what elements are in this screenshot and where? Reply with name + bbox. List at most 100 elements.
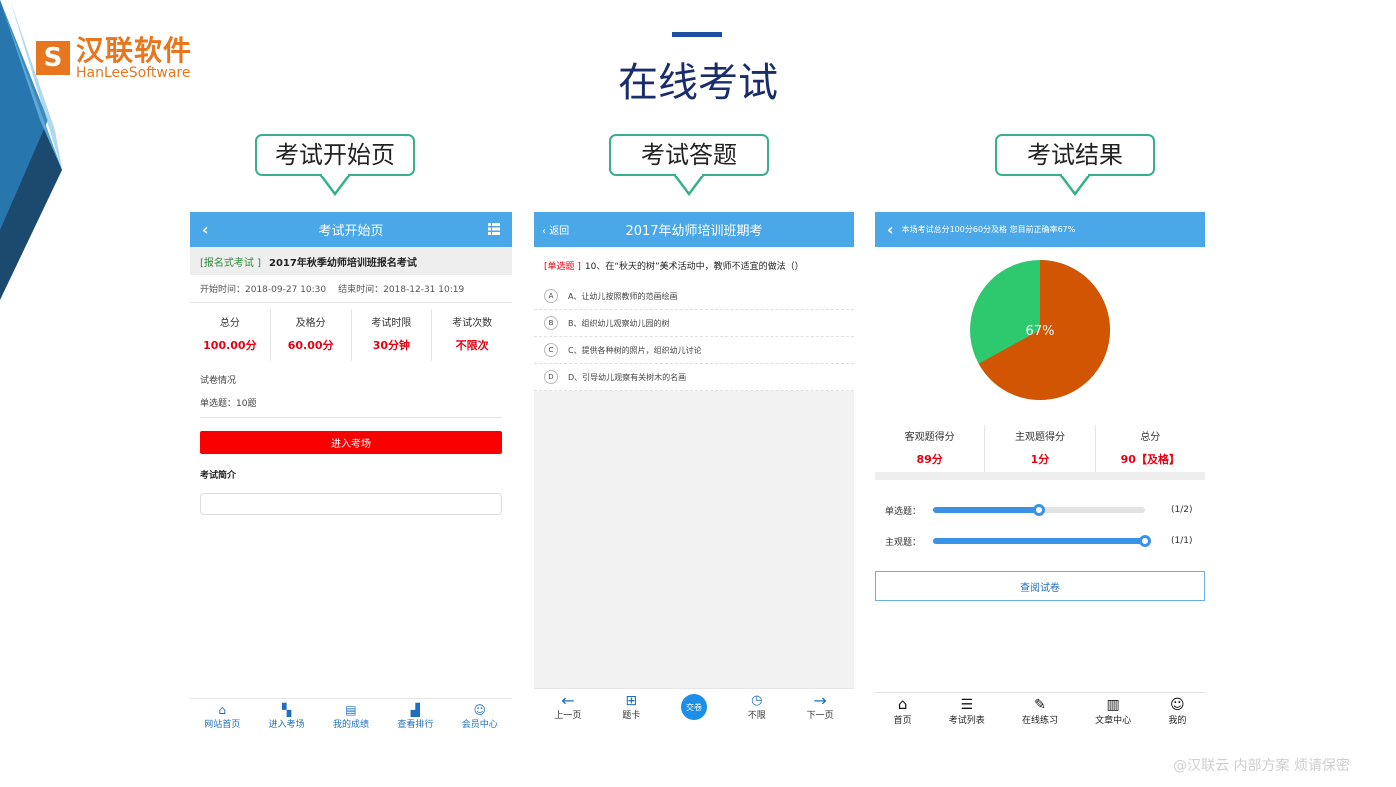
progress-fill xyxy=(933,538,1145,544)
exam-time-row: 开始时间：2018-09-27 10:30 结束时间：2018-12-31 10… xyxy=(190,275,512,303)
nav-articles[interactable]: ▥ 文章中心 xyxy=(1095,697,1131,730)
nav-home[interactable]: ⌂ 首页 xyxy=(894,695,912,730)
home-icon: ⌂ xyxy=(897,695,908,713)
progress-section: 单选题： (1/2) 主观题： (1/1) xyxy=(875,480,1205,551)
edit-icon: ✎ xyxy=(1034,697,1046,713)
bottom-nav: ← 上一页 ⊞ 题卡 交卷 ◷ 不限 → 下一页 xyxy=(534,688,854,724)
nav-timer[interactable]: ◷ 不限 xyxy=(748,694,766,724)
phone-exam-result: ‹ 本场考试总分100分60分及格 您目前正确率67% 67% 客观题得分 89… xyxy=(875,212,1205,730)
user-settings-icon: ☺ xyxy=(473,703,487,717)
paper-info: 试卷情况 单选题：10题 xyxy=(190,361,512,418)
option-text: B、组织幼儿观察幼儿园的树 xyxy=(568,318,670,328)
paper-detail: 单选题：10题 xyxy=(200,396,502,418)
nav-answer-card[interactable]: ⊞ 题卡 xyxy=(622,694,640,724)
nav-my-scores[interactable]: ▤ 我的成绩 xyxy=(333,703,369,730)
score-pie-chart: 67% xyxy=(970,260,1110,400)
bar-chart-icon: ▟ xyxy=(410,703,420,717)
bottom-nav: ⌂ 网站首页 ▚ 进入考场 ▤ 我的成绩 ▟ 查看排行 ☺ 会员中心 xyxy=(190,698,512,730)
phone-exam-answering: ‹ 返回 2017年幼师培训班期考 [单选题 ] 10、在“秋天的树”美术活动中… xyxy=(534,212,854,724)
progress-subjective: 主观题： (1/1) xyxy=(885,535,1193,548)
option-letter-circle: B xyxy=(544,316,558,330)
nav-prev-page[interactable]: ← 上一页 xyxy=(554,691,581,724)
progress-knob xyxy=(1033,504,1045,516)
score-summary: 客观题得分 89分 主观题得分 1分 总分 90【及格】 xyxy=(875,425,1205,480)
option-letter-circle: A xyxy=(544,289,558,303)
nav-mine[interactable]: ☺ 我的 xyxy=(1168,697,1186,730)
question-type: [单选题 ] xyxy=(544,261,581,272)
menu-grid-icon[interactable] xyxy=(488,223,500,235)
paper-title: 试卷情况 xyxy=(200,376,237,386)
subjective-score: 主观题得分 1分 xyxy=(985,425,1096,472)
question-text: 10、在“秋天的树”美术活动中，教师不适宜的做法（） xyxy=(584,261,804,272)
exam-stats: 总分 100.00分 及格分 60.00分 考试时限 30分钟 考试次数 不限次 xyxy=(190,309,512,361)
review-paper-button[interactable]: 查阅试卷 xyxy=(875,571,1205,601)
intro-box xyxy=(200,493,502,515)
option-text: A、让幼儿按照教师的范画绘画 xyxy=(568,291,678,301)
stat-total: 总分 100.00分 xyxy=(190,309,271,361)
header-title: 本场考试总分100分60分及格 您目前正确率67% xyxy=(901,225,1076,234)
progress-fill xyxy=(933,507,1039,513)
home-icon: ⌂ xyxy=(218,703,226,717)
back-chevron-icon[interactable]: ‹ xyxy=(202,220,209,239)
back-button[interactable]: ‹ 返回 xyxy=(542,222,569,237)
document-icon: ▤ xyxy=(345,703,357,717)
exam-name-row: [报名式考试 ] 2017年秋季幼师培训班报名考试 xyxy=(190,247,512,275)
callout-start-page: 考试开始页 xyxy=(255,134,415,176)
stat-attempts: 考试次数 不限次 xyxy=(452,318,493,352)
pie-label: 67% xyxy=(1026,324,1055,339)
answer-options: A A、让幼儿按照教师的范画绘画 B B、组织幼儿观察幼儿园的树 C C、提供各种树的照片… xyxy=(534,283,854,391)
grid-icon: ⊞ xyxy=(625,693,638,709)
nav-practice[interactable]: ✎ 在线练习 xyxy=(1022,697,1058,730)
callout-tail xyxy=(320,174,350,196)
header-title: 2017年幼师培训班期考 xyxy=(625,224,763,239)
progress-track xyxy=(933,535,1151,547)
header-title: 考试开始页 xyxy=(318,224,384,239)
end-time: 结束时间：2018-12-31 10:19 xyxy=(338,285,465,295)
clock-icon: ◷ xyxy=(751,693,763,708)
exam-name: 2017年秋季幼师培训班报名考试 xyxy=(268,257,417,269)
arrow-right-icon: → xyxy=(813,691,827,710)
nav-enter-exam[interactable]: ▚ 进入考场 xyxy=(269,703,305,730)
option-letter-circle: D xyxy=(544,370,558,384)
exam-type-tag: [报名式考试 ] xyxy=(200,257,261,269)
callout-tail xyxy=(1060,174,1090,196)
callout-answering: 考试答题 xyxy=(609,134,769,176)
list-icon: ☰ xyxy=(960,697,974,713)
header-bar: ‹ 返回 2017年幼师培训班期考 xyxy=(534,212,854,247)
option-text: C、提供各种树的照片，组织幼儿讨论 xyxy=(568,345,702,355)
objective-score: 客观题得分 89分 xyxy=(875,425,986,472)
title-accent-bar xyxy=(672,32,722,37)
enter-exam-button[interactable]: 进入考场 xyxy=(200,431,502,454)
answer-option[interactable]: A A、让幼儿按照教师的范画绘画 xyxy=(534,283,854,310)
back-chevron-icon[interactable]: ‹ xyxy=(887,220,894,239)
answer-option[interactable]: C C、提供各种树的照片，组织幼儿讨论 xyxy=(534,337,854,364)
progress-track xyxy=(933,504,1145,516)
callout-result: 考试结果 xyxy=(995,134,1155,176)
submit-button[interactable]: 交卷 xyxy=(680,694,707,724)
answer-option[interactable]: B B、组织幼儿观察幼儿园的树 xyxy=(534,310,854,337)
nav-exam-list[interactable]: ☰ 考试列表 xyxy=(949,697,985,730)
header-bar: ‹ 本场考试总分100分60分及格 您目前正确率67% xyxy=(875,212,1205,247)
watermark: @汉联云 内部方案 烦请保密 xyxy=(1173,758,1350,774)
user-settings-icon: ☺ xyxy=(1170,697,1185,713)
question-row: [单选题 ] 10、在“秋天的树”美术活动中，教师不适宜的做法（） xyxy=(534,247,854,283)
intro-title: 考试简介 xyxy=(200,471,237,481)
bottom-nav: ⌂ 首页 ☰ 考试列表 ✎ 在线练习 ▥ 文章中心 ☺ 我的 xyxy=(875,692,1205,730)
stat-time-limit: 考试时限 30分钟 xyxy=(352,309,433,361)
nav-member[interactable]: ☺ 会员中心 xyxy=(462,703,498,730)
nav-home[interactable]: ⌂ 网站首页 xyxy=(204,703,240,730)
progress-single-choice: 单选题： (1/2) xyxy=(885,504,1193,517)
stat-pass: 及格分 60.00分 xyxy=(271,309,352,361)
answer-option[interactable]: D D、引导幼儿观察有关树木的名画 xyxy=(534,364,854,391)
slide: S 汉联软件 HanLeeSoftware 在线考试 考试开始页 考试答题 考试… xyxy=(0,0,1396,787)
option-text: D、引导幼儿观察有关树木的名画 xyxy=(568,372,687,382)
nav-next-page[interactable]: → 下一页 xyxy=(807,691,834,724)
total-score: 总分 90【及格】 xyxy=(1120,432,1180,466)
phone-exam-start: ‹ 考试开始页 [报名式考试 ] 2017年秋季幼师培训班报名考试 开始时间：2… xyxy=(190,212,512,730)
grid-icon: ▚ xyxy=(281,703,292,717)
arrow-left-icon: ← xyxy=(561,691,575,710)
option-letter-circle: C xyxy=(544,343,558,357)
progress-knob xyxy=(1139,535,1151,547)
nav-ranking[interactable]: ▟ 查看排行 xyxy=(397,703,433,730)
slide-title: 在线考试 xyxy=(618,60,778,106)
